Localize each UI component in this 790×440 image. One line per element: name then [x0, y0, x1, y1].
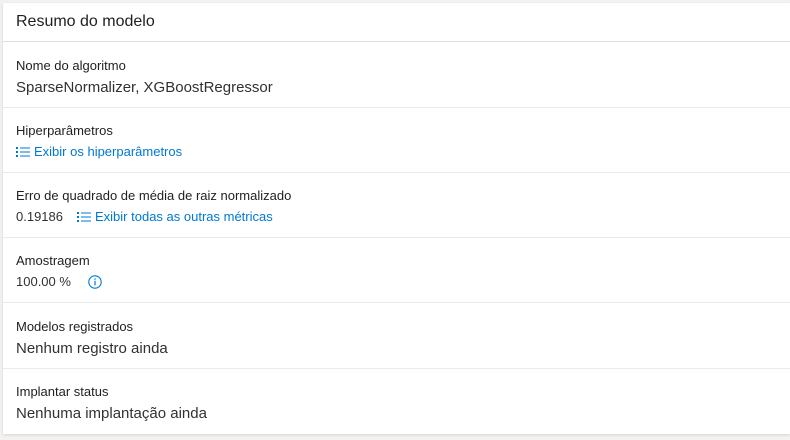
divider — [3, 107, 790, 108]
hyperparameters-label: Hiperparâmetros — [16, 123, 113, 138]
card-title: Resumo do modelo — [3, 3, 790, 42]
registered-models-label: Modelos registrados — [16, 319, 134, 334]
sampling-row: 100.00 % — [16, 273, 790, 291]
registered-models-value: Nenhum registro ainda — [16, 340, 168, 357]
list-icon — [77, 212, 91, 222]
view-all-metrics-label: Exibir todas as outras métricas — [95, 209, 273, 224]
divider — [3, 302, 790, 303]
view-hyperparameters-link[interactable]: Exibir os hiperparâmetros — [16, 143, 182, 161]
registered-models-section: Modelos registrados Nenhum registro aind… — [16, 319, 790, 359]
divider — [3, 237, 790, 238]
metric-section: Erro de quadrado de média de raiz normal… — [16, 188, 790, 226]
algorithm-label: Nome do algoritmo — [16, 58, 126, 73]
deploy-status-section: Implantar status Nenhuma implantação ain… — [16, 384, 790, 424]
info-icon[interactable] — [88, 275, 102, 289]
divider — [3, 368, 790, 369]
algorithm-section: Nome do algoritmo SparseNormalizer, XGBo… — [16, 58, 790, 98]
sampling-value: 100.00 % — [16, 274, 71, 289]
deploy-status-label: Implantar status — [16, 384, 109, 399]
hyperparameters-section: Hiperparâmetros Exibir os hiperparâmetro… — [16, 123, 790, 161]
view-hyperparameters-label: Exibir os hiperparâmetros — [34, 144, 183, 159]
divider — [3, 172, 790, 173]
deploy-status-value: Nenhuma implantação ainda — [16, 405, 207, 422]
metric-label: Erro de quadrado de média de raiz normal… — [16, 188, 292, 203]
sampling-section: Amostragem 100.00 % — [16, 253, 790, 291]
view-all-metrics-link[interactable]: Exibir todas as outras métricas — [77, 208, 273, 226]
sampling-label: Amostragem — [16, 253, 90, 268]
metric-value: 0.19186 — [16, 209, 63, 224]
list-icon — [16, 147, 30, 157]
metric-row: 0.19186 Exibir todas as outras métricas — [16, 208, 790, 226]
algorithm-value: SparseNormalizer, XGBoostRegressor — [16, 79, 273, 96]
model-summary-card: Resumo do modelo Nome do algoritmo Spars… — [3, 3, 790, 434]
hyperparameters-link-row: Exibir os hiperparâmetros — [16, 143, 790, 161]
